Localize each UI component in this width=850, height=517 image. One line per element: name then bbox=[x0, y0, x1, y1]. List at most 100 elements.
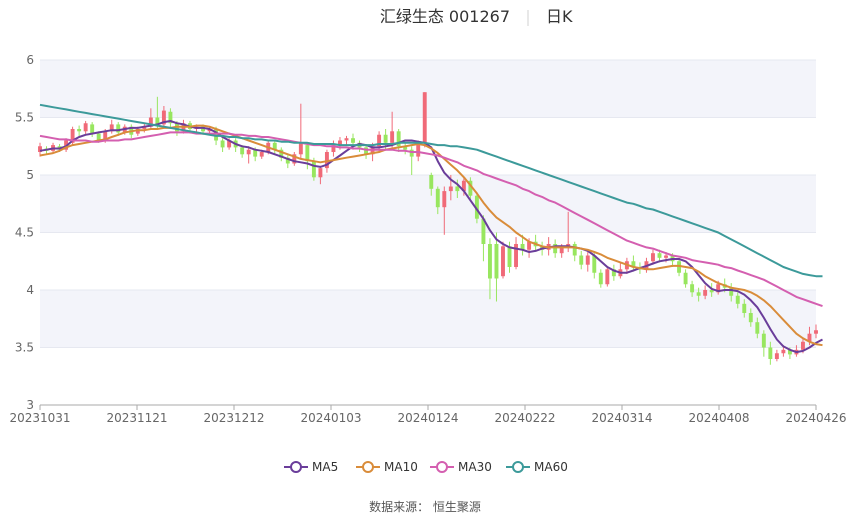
candle bbox=[774, 349, 779, 362]
candle-body bbox=[240, 147, 245, 155]
candle-body bbox=[442, 191, 447, 208]
candle bbox=[77, 125, 82, 136]
candle-body bbox=[579, 255, 584, 265]
candle-body bbox=[455, 186, 460, 192]
candle-body bbox=[585, 255, 590, 265]
candle bbox=[403, 142, 408, 155]
candle bbox=[598, 269, 603, 288]
y-tick-label: 3.5 bbox=[15, 341, 34, 355]
candle-body bbox=[703, 290, 708, 296]
candle-body bbox=[742, 303, 747, 313]
y-axis: 3 3.5 4 4.5 5 5.5 6 bbox=[15, 53, 34, 412]
candle-body bbox=[390, 131, 395, 143]
candle-body bbox=[748, 313, 753, 323]
candle-body bbox=[487, 244, 492, 279]
legend-item-ma60: MA60 bbox=[506, 460, 568, 474]
legend-swatch-marker bbox=[290, 461, 302, 473]
candle bbox=[553, 239, 558, 258]
candle bbox=[618, 262, 623, 279]
candle-body bbox=[592, 255, 597, 273]
y-tick-label: 5 bbox=[26, 168, 34, 182]
candle-body bbox=[814, 330, 818, 334]
chart-header: 汇绿生态 001267 日K bbox=[380, 7, 573, 26]
candle-body bbox=[605, 269, 610, 285]
legend-swatch-marker bbox=[512, 461, 524, 473]
candle-body bbox=[298, 142, 303, 155]
x-tick-label: 20240408 bbox=[688, 411, 749, 425]
candle bbox=[344, 135, 349, 146]
candle-body bbox=[501, 246, 505, 277]
legend-item-ma10: MA10 bbox=[356, 460, 418, 474]
candle bbox=[109, 119, 114, 134]
candle-body bbox=[422, 92, 427, 143]
candle-body bbox=[572, 244, 577, 256]
x-tick-label: 20231031 bbox=[9, 411, 70, 425]
candle-body bbox=[448, 186, 453, 192]
x-axis: 20231031 20231121 20231212 20240103 20240124… bbox=[9, 404, 847, 425]
x-tick-label: 20240103 bbox=[300, 411, 361, 425]
candle-body bbox=[494, 244, 499, 279]
candle-body bbox=[318, 168, 323, 178]
candle-body bbox=[761, 333, 766, 348]
candle bbox=[761, 330, 766, 357]
y-tick-label: 3 bbox=[26, 398, 34, 412]
candle-body bbox=[83, 123, 88, 132]
candle bbox=[285, 155, 290, 169]
candle bbox=[220, 138, 225, 152]
legend-swatch-marker bbox=[436, 461, 448, 473]
candle-body bbox=[735, 295, 740, 304]
candle-body bbox=[90, 124, 95, 134]
x-tick-label: 20240222 bbox=[494, 411, 555, 425]
x-tick-label: 20231212 bbox=[203, 411, 264, 425]
legend-label: MA5 bbox=[312, 460, 338, 474]
candle bbox=[514, 237, 518, 270]
candle-body bbox=[259, 152, 264, 157]
candle-body bbox=[683, 272, 688, 285]
candle bbox=[611, 264, 616, 281]
candle bbox=[357, 140, 362, 152]
candle-body bbox=[781, 349, 786, 354]
kline-chart: 汇绿生态 001267 日K 33.544.555.56 20231031 202… bbox=[9, 7, 847, 514]
candle bbox=[572, 241, 577, 262]
background-bands bbox=[40, 60, 816, 348]
candle-body bbox=[598, 272, 603, 285]
y-tick-label: 6 bbox=[26, 53, 34, 67]
candle-body bbox=[351, 138, 355, 143]
legend-label: MA30 bbox=[458, 460, 492, 474]
candle-body bbox=[657, 253, 662, 258]
candle bbox=[422, 92, 427, 148]
legend-label: MA60 bbox=[534, 460, 568, 474]
candle bbox=[272, 140, 277, 155]
candle-body bbox=[344, 138, 349, 141]
legend-label: MA10 bbox=[384, 460, 418, 474]
legend-swatch-marker bbox=[362, 461, 374, 473]
candle bbox=[331, 140, 336, 157]
candle-body bbox=[651, 253, 655, 262]
candle bbox=[501, 241, 505, 279]
candle-body bbox=[690, 284, 695, 293]
candle bbox=[83, 120, 88, 135]
grid-band bbox=[40, 175, 816, 233]
x-tick-label: 20240314 bbox=[591, 411, 652, 425]
legend-item-ma30: MA30 bbox=[430, 460, 492, 474]
candle bbox=[409, 146, 414, 175]
candle bbox=[305, 142, 310, 170]
x-tick-label: 20231121 bbox=[106, 411, 167, 425]
candle-body bbox=[696, 292, 701, 296]
candle bbox=[279, 147, 284, 162]
legend: MA5 MA10 MA30 MA60 bbox=[284, 460, 568, 474]
candle-body bbox=[507, 246, 512, 267]
data-source: 数据来源： 恒生聚源 bbox=[369, 499, 481, 514]
candle-body bbox=[311, 161, 316, 178]
candle-body bbox=[435, 188, 440, 208]
candle-body bbox=[220, 140, 225, 148]
legend-item-ma5: MA5 bbox=[284, 460, 338, 474]
stock-name-title: 汇绿生态 001267 bbox=[380, 7, 510, 26]
candle-body bbox=[305, 145, 310, 162]
candle bbox=[292, 152, 297, 166]
grid-band bbox=[40, 290, 816, 348]
y-tick-label: 4 bbox=[26, 283, 34, 297]
candle bbox=[605, 267, 610, 287]
candle-body bbox=[755, 322, 760, 334]
grid-band bbox=[40, 60, 816, 118]
